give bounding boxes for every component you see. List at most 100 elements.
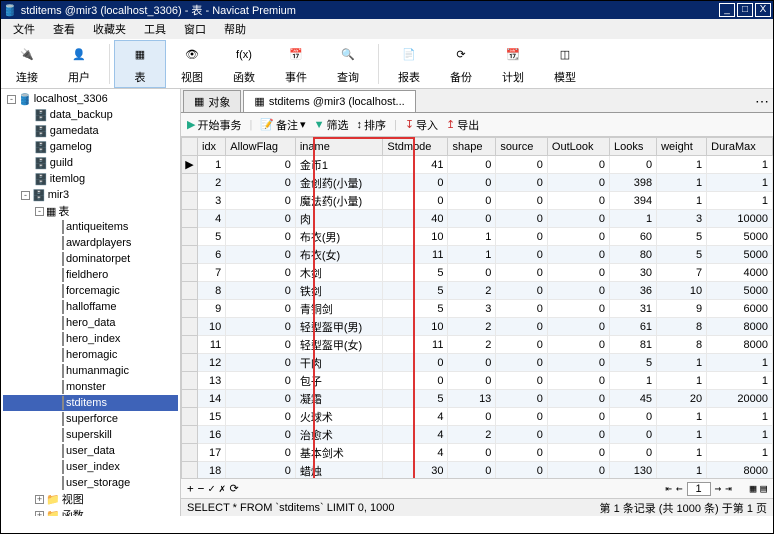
cell[interactable]: 0: [547, 210, 609, 228]
cell[interactable]: 61: [609, 318, 656, 336]
col-iname[interactable]: iname: [295, 138, 383, 156]
row-selector[interactable]: [182, 354, 198, 372]
expand-icon[interactable]: +: [35, 495, 44, 504]
cell[interactable]: 0: [496, 372, 548, 390]
toolbar-函数[interactable]: f(x)函数: [218, 40, 270, 88]
row-selector[interactable]: [182, 444, 198, 462]
export-button[interactable]: ↥导出: [446, 117, 479, 133]
menu-file[interactable]: 文件: [5, 19, 43, 39]
cell[interactable]: 5000: [707, 228, 773, 246]
cell[interactable]: 0: [448, 210, 496, 228]
cell[interactable]: 0: [609, 408, 656, 426]
cell[interactable]: 20: [657, 390, 707, 408]
cell[interactable]: 398: [609, 174, 656, 192]
tree-item-halloffame[interactable]: halloffame: [3, 299, 178, 315]
cell[interactable]: 1: [707, 426, 773, 444]
cell[interactable]: 1: [657, 372, 707, 390]
cell[interactable]: 轻型盔甲(男): [295, 318, 383, 336]
cell[interactable]: 0: [448, 192, 496, 210]
tree-item-表[interactable]: -▦表: [3, 203, 178, 219]
cell[interactable]: 肉: [295, 210, 383, 228]
cell[interactable]: 31: [609, 300, 656, 318]
cell[interactable]: 0: [226, 156, 296, 174]
memo-button[interactable]: 📝备注▾: [260, 117, 305, 133]
cell[interactable]: 0: [547, 408, 609, 426]
row-selector[interactable]: [182, 336, 198, 354]
row-selector[interactable]: [182, 300, 198, 318]
col-Stdmode[interactable]: Stdmode: [383, 138, 448, 156]
cell[interactable]: 10: [198, 318, 226, 336]
cell[interactable]: 0: [226, 300, 296, 318]
cell[interactable]: 1: [707, 444, 773, 462]
cell[interactable]: 0: [448, 264, 496, 282]
expand-icon[interactable]: +: [35, 511, 44, 517]
cell[interactable]: 1: [657, 426, 707, 444]
cell[interactable]: 0: [547, 354, 609, 372]
tree-item-superforce[interactable]: superforce: [3, 411, 178, 427]
cell[interactable]: 0: [547, 372, 609, 390]
expand-icon[interactable]: -: [35, 207, 44, 216]
tab-close-icon[interactable]: ⋯: [755, 93, 769, 110]
row-selector[interactable]: [182, 318, 198, 336]
cell[interactable]: 干肉: [295, 354, 383, 372]
refresh-button[interactable]: ⟳: [230, 482, 239, 495]
cell[interactable]: 0: [448, 174, 496, 192]
cell[interactable]: 45: [609, 390, 656, 408]
cell[interactable]: 0: [226, 444, 296, 462]
cell[interactable]: 8: [657, 318, 707, 336]
tree-item-data_backup[interactable]: 🗄️data_backup: [3, 107, 178, 123]
cell[interactable]: 1: [657, 174, 707, 192]
table-row[interactable]: 60布衣(女)111008055000: [182, 246, 773, 264]
expand-icon[interactable]: -: [7, 95, 16, 104]
cell[interactable]: 蜡烛: [295, 462, 383, 479]
table-row[interactable]: 130包子0000111: [182, 372, 773, 390]
start-transaction-button[interactable]: ▶开始事务: [187, 117, 241, 133]
cell[interactable]: 5000: [707, 282, 773, 300]
toolbar-事件[interactable]: 📅事件: [270, 40, 322, 88]
cell[interactable]: 13: [448, 390, 496, 408]
tree-item-superskill[interactable]: superskill: [3, 427, 178, 443]
cell[interactable]: 铁剑: [295, 282, 383, 300]
cell[interactable]: 8000: [707, 336, 773, 354]
toolbar-连接[interactable]: 🔌连接: [1, 40, 53, 88]
row-selector[interactable]: [182, 462, 198, 479]
cell[interactable]: 5: [383, 390, 448, 408]
cell[interactable]: 0: [496, 354, 548, 372]
cell[interactable]: 0: [226, 354, 296, 372]
tree-item-user_index[interactable]: user_index: [3, 459, 178, 475]
maximize-button[interactable]: □: [737, 3, 753, 17]
cell[interactable]: 0: [496, 336, 548, 354]
cell[interactable]: 魔法药(小量): [295, 192, 383, 210]
cell[interactable]: 11: [383, 336, 448, 354]
cell[interactable]: 0: [226, 210, 296, 228]
cell[interactable]: 0: [226, 246, 296, 264]
cell[interactable]: 0: [226, 318, 296, 336]
cell[interactable]: 5: [657, 228, 707, 246]
cell[interactable]: 0: [448, 156, 496, 174]
cell[interactable]: 包子: [295, 372, 383, 390]
cell[interactable]: 14: [198, 390, 226, 408]
cell[interactable]: 1: [657, 354, 707, 372]
cell[interactable]: 2: [448, 336, 496, 354]
table-row[interactable]: 70木剑50003074000: [182, 264, 773, 282]
table-row[interactable]: 100轻型盔甲(男)102006188000: [182, 318, 773, 336]
row-selector[interactable]: [182, 390, 198, 408]
cell[interactable]: 0: [383, 192, 448, 210]
cell[interactable]: 5: [383, 264, 448, 282]
data-grid[interactable]: idxAllowFlaginameStdmodeshapesourceOutLo…: [181, 137, 773, 478]
row-selector[interactable]: ▶: [182, 156, 198, 174]
cell[interactable]: 0: [226, 390, 296, 408]
cell[interactable]: 0: [496, 246, 548, 264]
cell[interactable]: 4: [383, 408, 448, 426]
tree-item-monster[interactable]: monster: [3, 379, 178, 395]
table-row[interactable]: 40肉400001310000: [182, 210, 773, 228]
cell[interactable]: 9: [198, 300, 226, 318]
cell[interactable]: 8000: [707, 462, 773, 479]
col-DuraMax[interactable]: DuraMax: [707, 138, 773, 156]
cell[interactable]: 5: [657, 246, 707, 264]
cell[interactable]: 1: [657, 444, 707, 462]
cell[interactable]: 1: [707, 174, 773, 192]
toolbar-计划[interactable]: 📆计划: [487, 40, 539, 88]
cell[interactable]: 13: [198, 372, 226, 390]
row-selector[interactable]: [182, 246, 198, 264]
